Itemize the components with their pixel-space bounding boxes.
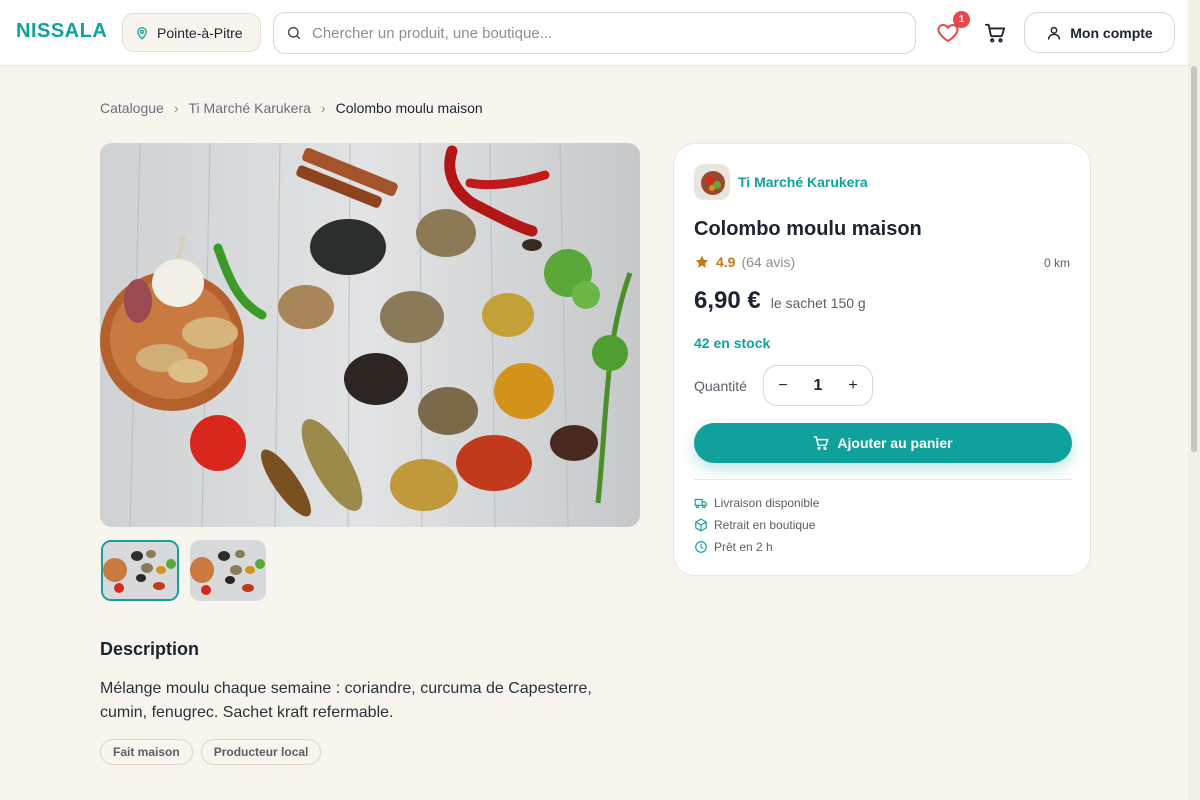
- rating: 4.9 (64 avis): [694, 254, 795, 270]
- star-icon: [695, 255, 709, 268]
- quantity-stepper: − 1 +: [763, 365, 873, 406]
- price-unit: le sachet 150 g: [770, 295, 866, 311]
- add-to-cart-label: Ajouter au panier: [837, 435, 953, 451]
- clock-icon: [695, 541, 707, 553]
- feature-delivery: Livraison disponible: [694, 496, 819, 510]
- account-label: Mon compte: [1070, 24, 1153, 41]
- top-header: NISSALA Pointe-à-Pitre 1 Mon compte: [0, 0, 1188, 66]
- increase-quantity-button[interactable]: +: [846, 377, 860, 395]
- divider: [694, 479, 1072, 480]
- breadcrumb-catalogue[interactable]: Catalogue: [100, 100, 164, 116]
- shop-name: Ti Marché Karukera: [738, 174, 868, 190]
- cart-icon: [984, 23, 1006, 43]
- price: 6,90 €: [694, 287, 761, 314]
- search-icon: [287, 26, 301, 40]
- feature-delivery-label: Livraison disponible: [714, 496, 820, 510]
- product-title: Colombo moulu maison: [694, 218, 922, 240]
- review-count[interactable]: (64 avis): [741, 254, 795, 270]
- cart-icon: [814, 436, 829, 450]
- wishlist-count-badge: 1: [953, 11, 970, 28]
- map-pin-icon: [137, 26, 147, 39]
- package-icon: [695, 518, 707, 532]
- shop-avatar: [694, 164, 730, 200]
- tag-list: Fait maison Producteur local: [100, 739, 322, 765]
- thumbnail-2[interactable]: [190, 540, 266, 601]
- description-text: Mélange moulu chaque semaine : coriandre…: [100, 680, 592, 721]
- cart-button[interactable]: [984, 22, 1008, 46]
- chevron-right-icon: ›: [173, 100, 179, 116]
- breadcrumb: Catalogue › Ti Marché Karukera › Colombo…: [100, 100, 483, 116]
- product-purchase-card: Ti Marché Karukera Colombo moulu maison …: [673, 143, 1091, 576]
- location-selector[interactable]: Pointe-à-Pitre: [122, 13, 261, 52]
- scrollbar-thumb[interactable]: [1191, 66, 1197, 452]
- search-input[interactable]: [312, 24, 872, 42]
- price-row: 6,90 € le sachet 150 g: [694, 287, 866, 315]
- spices-photo: [100, 143, 640, 527]
- breadcrumb-shop[interactable]: Ti Marché Karukera: [189, 100, 311, 116]
- rating-value: 4.9: [716, 254, 736, 270]
- description-title: Description: [100, 639, 200, 659]
- add-to-cart-button[interactable]: Ajouter au panier: [694, 423, 1072, 463]
- thumbnail-image-2: [190, 540, 266, 601]
- tag-fait-maison: Fait maison: [100, 739, 193, 765]
- shop-link[interactable]: Ti Marché Karukera: [694, 164, 868, 200]
- stock-status: 42 en stock: [694, 335, 771, 351]
- breadcrumb-current: Colombo moulu maison: [335, 100, 483, 116]
- decrease-quantity-button[interactable]: −: [776, 377, 790, 395]
- quantity-label: Quantité: [694, 378, 747, 394]
- feature-ready-time-label: Prêt en 2 h: [714, 540, 773, 554]
- account-button[interactable]: Mon compte: [1024, 12, 1175, 53]
- product-main-image[interactable]: [100, 143, 640, 527]
- feature-ready-time: Prêt en 2 h: [694, 540, 773, 554]
- thumbnail-1[interactable]: [101, 540, 179, 601]
- location-label: Pointe-à-Pitre: [157, 24, 243, 41]
- distance: 0 km: [1043, 256, 1070, 270]
- thumbnail-image-1: [103, 542, 177, 599]
- brand-logo[interactable]: NISSALA: [16, 20, 107, 43]
- feature-pickup-label: Retrait en boutique: [714, 518, 816, 532]
- feature-pickup: Retrait en boutique: [694, 518, 815, 532]
- user-icon: [1048, 26, 1061, 40]
- chevron-right-icon: ›: [320, 100, 326, 116]
- quantity-value[interactable]: 1: [814, 377, 823, 395]
- tag-producteur-local: Producteur local: [200, 739, 322, 765]
- truck-icon: [694, 498, 707, 509]
- search-bar: [273, 12, 916, 54]
